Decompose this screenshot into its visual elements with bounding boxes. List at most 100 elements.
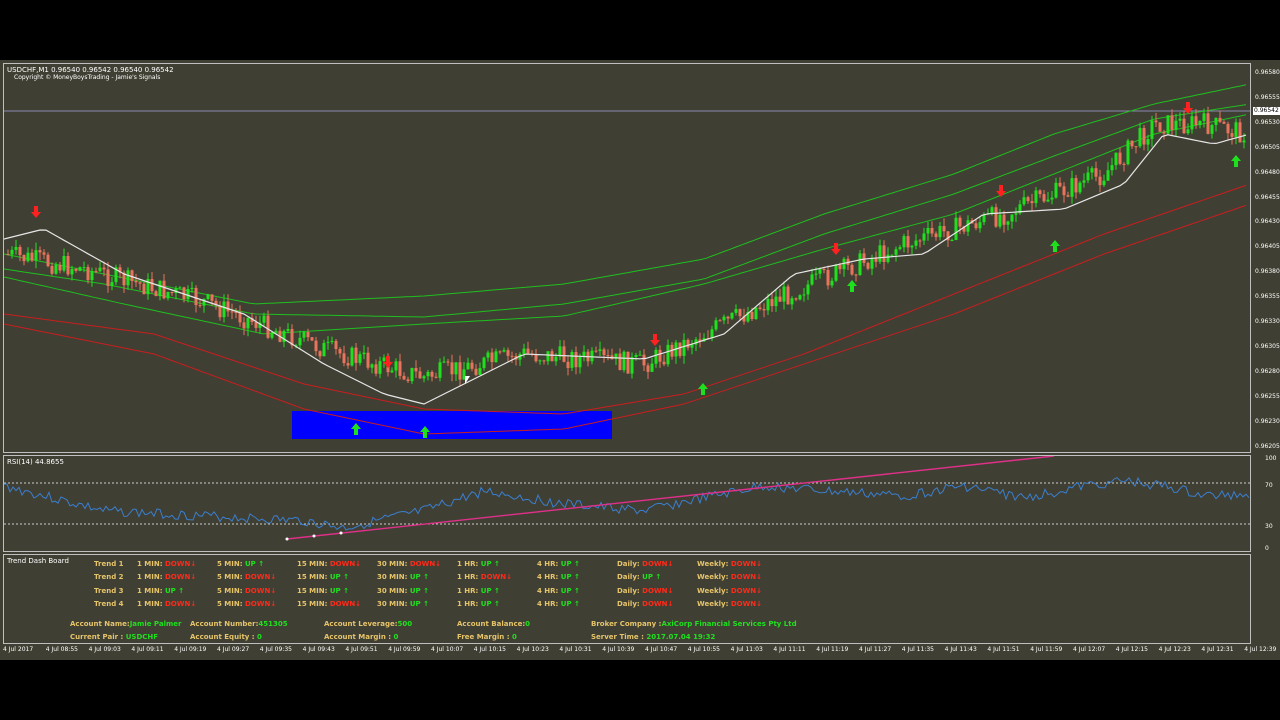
candle-body: [718, 320, 722, 322]
candle-body: [254, 322, 258, 328]
candle-body: [490, 352, 494, 362]
trend-cell-weekly: Weekly: DOWN↓: [697, 586, 763, 595]
candle-body: [1158, 122, 1162, 132]
price-axis[interactable]: 0.96580 0.96555 0.96530 0.96505 0.96480 0.964…: [1251, 63, 1280, 453]
rsi-chart-svg[interactable]: [4, 456, 1250, 551]
trend-cell-h1: 1 HR: UP ↑: [457, 599, 500, 608]
trend-cell-m30: 30 MIN: UP ↑: [377, 573, 429, 582]
time-tick-label: 4 Jul 11:59: [1030, 646, 1063, 653]
candle-body: [938, 226, 942, 238]
free-margin: Free Margin : 0: [457, 633, 517, 641]
rsi-pane[interactable]: RSI(14) 44.8655: [3, 455, 1251, 552]
price-chart-pane[interactable]: USDCHF,M1 0.96540 0.96542 0.96540 0.9654…: [3, 63, 1251, 453]
candle-body: [1074, 178, 1078, 193]
down-arrow-icon: [996, 185, 1006, 197]
candle-body: [822, 269, 826, 271]
trend-cell-m5: 5 MIN: UP ↑: [217, 560, 265, 568]
candle-body: [1138, 128, 1142, 147]
chart-window[interactable]: USDCHF,M1 0.96540 0.96542 0.96540 0.9654…: [0, 60, 1280, 660]
candle-body: [1010, 214, 1014, 222]
time-tick-label: 4 Jul 10:31: [559, 646, 592, 653]
candle-body: [1062, 186, 1066, 196]
price-tick-label: 0.96405: [1255, 243, 1280, 251]
trend-cell-h1: 1 HR: UP ↑: [457, 560, 500, 568]
candle-body: [1166, 115, 1170, 134]
time-tick-label: 4 Jul 09:35: [259, 646, 292, 653]
time-tick-label: 4 Jul 11:03: [730, 646, 763, 653]
candle-body: [82, 267, 86, 269]
candle-body: [1182, 118, 1186, 134]
candle-body: [1046, 199, 1050, 202]
candle-body: [434, 376, 438, 378]
candle-body: [758, 307, 762, 309]
candle-body: [270, 332, 274, 338]
candle-body: [858, 253, 862, 275]
candle-body: [910, 245, 914, 248]
trend-row: Trend 2 1 MIN: DOWN↓ 5 MIN: DOWN↓ 15 MIN: U…: [4, 571, 1252, 584]
support-zone-box: [292, 411, 612, 439]
candle-body: [1146, 139, 1150, 145]
candle-body: [1186, 129, 1190, 134]
candle-body: [1030, 201, 1034, 204]
rsi-line: [4, 476, 1250, 531]
candle-body: [438, 362, 442, 378]
rsi-tick-label: 0: [1265, 545, 1269, 552]
candle-body: [754, 307, 758, 319]
candle-body: [750, 312, 754, 319]
candle-body: [1162, 131, 1166, 134]
candle-body: [1170, 115, 1174, 130]
time-tick-label: 4 Jul 09:03: [88, 646, 121, 653]
candle-body: [506, 350, 510, 356]
candle-body: [226, 301, 230, 312]
candle-body: [762, 309, 766, 311]
time-tick-label: 4 Jul 10:23: [516, 646, 549, 653]
trend-row: Trend 3 1 MIN: UP ↑ 5 MIN: DOWN↓ 15 MIN: UP…: [4, 585, 1252, 598]
candle-body: [782, 286, 786, 302]
trend-cell-h4: 4 HR: UP ↑: [537, 599, 580, 608]
candle-body: [1206, 113, 1210, 134]
candle-body: [134, 280, 138, 283]
trend-row-name: Trend 1: [94, 560, 124, 568]
trend-cell-daily: Daily: DOWN↓: [617, 586, 674, 595]
candle-body: [634, 355, 638, 357]
candle-body: [18, 247, 22, 256]
trend-row-name: Trend 4: [94, 599, 124, 608]
candle-body: [470, 362, 474, 369]
trend-row-name: Trend 3: [94, 586, 124, 595]
trend-cell-h4: 4 HR: UP ↑: [537, 586, 580, 595]
trend-cell-m1: 1 MIN: UP ↑: [137, 586, 185, 595]
candle-body: [150, 279, 154, 292]
price-tick-label: 0.96430: [1255, 218, 1280, 226]
trend-row: Trend 1 1 MIN: DOWN↓ 5 MIN: UP ↑ 15 MIN: DO…: [4, 558, 1252, 571]
account-equity: Account Equity : 0: [190, 633, 262, 641]
trend-cell-m15: 15 MIN: DOWN↓: [297, 560, 362, 568]
candle-body: [798, 295, 802, 300]
candle-body: [978, 222, 982, 229]
time-axis[interactable]: 4 Jul 2017 4 Jul 08:55 4 Jul 09:03 4 Jul 09…: [3, 644, 1276, 658]
candle-body: [538, 360, 542, 362]
price-tick-label: 0.96305: [1255, 342, 1280, 350]
trend-cell-weekly: Weekly: DOWN↓: [697, 573, 763, 582]
candle-body: [1078, 182, 1082, 193]
candle-body: [1126, 140, 1130, 165]
trend-cell-m15: 15 MIN: UP ↑: [297, 573, 349, 582]
trend-cell-daily: Daily: DOWN↓: [617, 560, 674, 568]
candle-body: [786, 286, 790, 305]
candle-body: [6, 254, 10, 255]
candle-body: [430, 371, 434, 377]
candle-body: [362, 352, 366, 355]
candle-body: [1118, 152, 1122, 164]
candle-body: [1214, 117, 1218, 125]
candle-body: [526, 348, 530, 354]
candle-body: [102, 267, 106, 270]
candle-body: [1066, 195, 1070, 197]
price-chart-svg[interactable]: [4, 64, 1250, 452]
candle-body: [990, 207, 994, 214]
candle-body: [650, 363, 654, 372]
candle-body: [918, 240, 922, 242]
candle-body: [522, 348, 526, 355]
time-tick-label: 4 Jul 09:27: [217, 646, 250, 653]
candle-body: [342, 353, 346, 364]
trend-cell-m1: 1 MIN: DOWN↓: [137, 599, 197, 608]
candle-body: [298, 337, 302, 346]
